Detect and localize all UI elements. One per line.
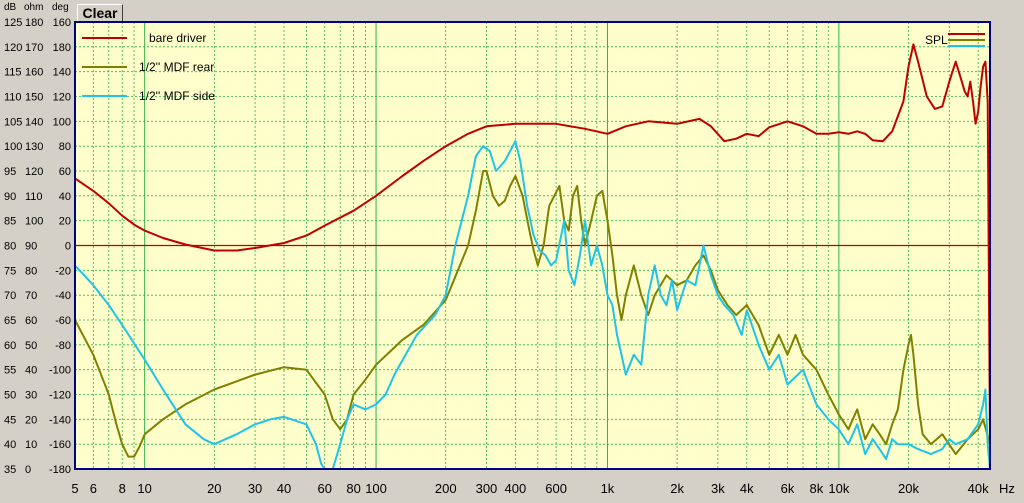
- x-tick-label: 8k: [810, 481, 824, 496]
- x-tick-label: 3k: [711, 481, 725, 496]
- y-tick-ohm: 150: [25, 92, 43, 104]
- y-tick-ohm: 140: [25, 116, 43, 128]
- y-tick-db: 70: [4, 290, 16, 302]
- y-tick-ohm: 160: [25, 67, 43, 79]
- x-tick-label: 10: [137, 481, 151, 496]
- x-tick-label: 40: [277, 481, 291, 496]
- y-tick-deg: 60: [59, 166, 71, 178]
- y-tick-deg: 40: [59, 191, 71, 203]
- y-tick-ohm: 20: [25, 414, 37, 426]
- x-tick-label: 60: [317, 481, 331, 496]
- y-tick-db: 45: [4, 414, 16, 426]
- y-tick-db: 105: [4, 116, 22, 128]
- y-tick-db: 35: [4, 464, 16, 476]
- y-tick-deg: 100: [53, 116, 71, 128]
- y-tick-deg: 160: [53, 17, 71, 29]
- y-tick-db: 55: [4, 365, 16, 377]
- y-tick-db: 40: [4, 439, 16, 451]
- x-unit-label: Hz: [999, 481, 1015, 496]
- y-tick-ohm: 100: [25, 216, 43, 228]
- y-tick-ohm: 130: [25, 141, 43, 153]
- y-tick-deg: -120: [49, 390, 71, 402]
- y-tick-ohm: 10: [25, 439, 37, 451]
- frequency-response-chart: 125 180 160120 170 180115 160 140110 150 120105 1…: [4, 17, 1015, 496]
- x-tick-label: 1k: [601, 481, 615, 496]
- x-tick-label: 2k: [670, 481, 684, 496]
- y-tick-ohm: 180: [25, 17, 43, 29]
- y-tick-db: 50: [4, 390, 16, 402]
- x-tick-label: 5: [71, 481, 78, 496]
- y-tick-ohm: 50: [25, 340, 37, 352]
- y-tick-db: 65: [4, 315, 16, 327]
- y-tick-db: 75: [4, 265, 16, 277]
- legend-label-0: bare driver: [149, 31, 206, 45]
- y-tick-deg: 140: [53, 67, 71, 79]
- legend-label-2: 1/2'' MDF side: [139, 89, 215, 103]
- y-tick-db: 90: [4, 191, 16, 203]
- y-tick-db: 100: [4, 141, 22, 153]
- x-tick-label: 30: [248, 481, 262, 496]
- y-tick-deg: 20: [59, 216, 71, 228]
- x-tick-label: 100: [365, 481, 387, 496]
- y-tick-deg: 120: [53, 92, 71, 104]
- y-tick-ohm: 30: [25, 390, 37, 402]
- x-tick-label: 300: [476, 481, 498, 496]
- y-tick-db: 60: [4, 340, 16, 352]
- y-tick-ohm: 120: [25, 166, 43, 178]
- y-tick-ohm: 110: [25, 191, 43, 203]
- y-tick-deg: -20: [55, 265, 71, 277]
- y-tick-ohm: 60: [25, 315, 37, 327]
- x-tick-label: 20k: [898, 481, 919, 496]
- y-tick-ohm: 40: [25, 365, 37, 377]
- y-tick-ohm: 70: [25, 290, 37, 302]
- x-tick-label: 200: [435, 481, 457, 496]
- y-tick-deg: -40: [55, 290, 71, 302]
- legend-spl-label: SPL: [925, 33, 948, 47]
- y-tick-ohm: 80: [25, 265, 37, 277]
- y-tick-db: 80: [4, 241, 16, 253]
- x-tick-label: 6k: [781, 481, 795, 496]
- y-tick-ohm: 0: [25, 464, 31, 476]
- x-tick-label: 80: [346, 481, 360, 496]
- legend-label-1: 1/2'' MDF rear: [139, 60, 214, 74]
- y-tick-deg: -80: [55, 340, 71, 352]
- y-tick-deg: -160: [49, 439, 71, 451]
- y-tick-db: 95: [4, 166, 16, 178]
- y-tick-deg: -180: [49, 464, 71, 476]
- x-tick-labels: 5 6 8 10 20 30 40 60 80 100 200 300 400 600 1k 2k 3k 4k 6k…: [71, 481, 1015, 496]
- y-tick-db: 85: [4, 216, 16, 228]
- x-tick-label: 20: [207, 481, 221, 496]
- y-tick-deg: 80: [59, 141, 71, 153]
- x-tick-label: 400: [505, 481, 527, 496]
- y-tick-deg: 180: [53, 42, 71, 54]
- y-tick-deg: 0: [65, 241, 71, 253]
- y-tick-labels: 125 180 160120 170 180115 160 140110 150 120105 1…: [4, 17, 71, 476]
- y-tick-db: 115: [4, 67, 22, 79]
- x-tick-label: 8: [119, 481, 126, 496]
- y-tick-db: 110: [4, 92, 22, 104]
- x-tick-label: 4k: [740, 481, 754, 496]
- y-tick-deg: -100: [49, 365, 71, 377]
- y-tick-db: 125: [4, 17, 22, 29]
- y-tick-ohm: 90: [25, 241, 37, 253]
- x-tick-label: 600: [545, 481, 567, 496]
- y-tick-db: 120: [4, 42, 22, 54]
- y-tick-deg: -60: [55, 315, 71, 327]
- y-tick-ohm: 170: [25, 42, 43, 54]
- x-tick-label: 6: [90, 481, 97, 496]
- x-tick-label: 40k: [968, 481, 989, 496]
- y-tick-deg: -140: [49, 414, 71, 426]
- x-tick-label: 10k: [828, 481, 849, 496]
